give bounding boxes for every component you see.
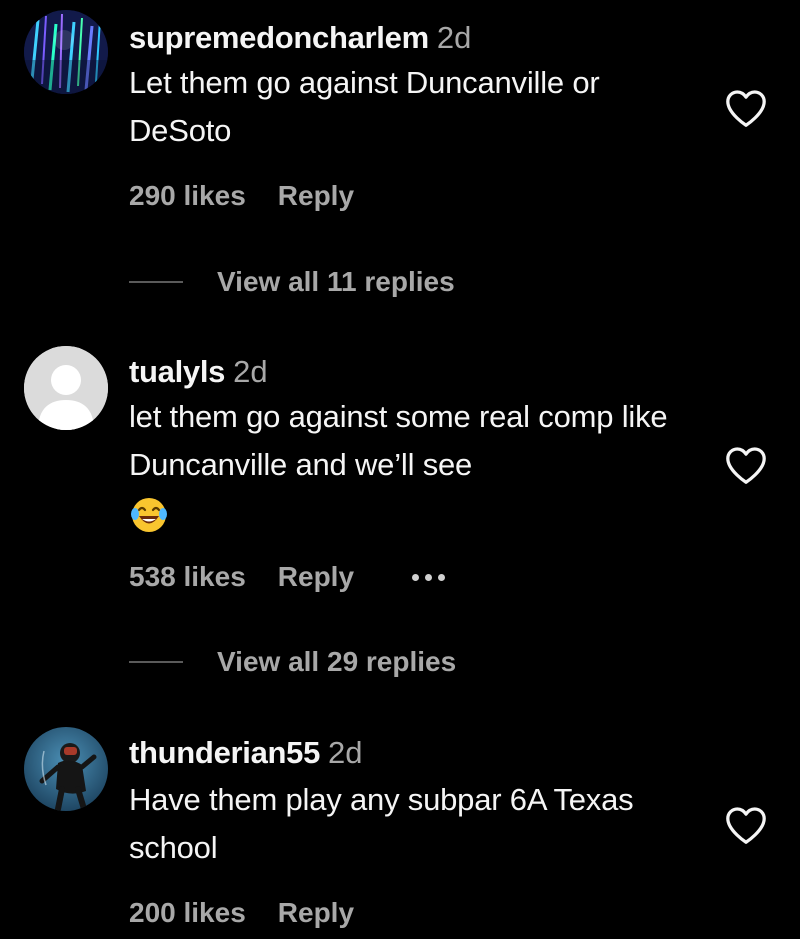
scuba-diver-avatar-icon xyxy=(24,727,108,811)
comment-actions: 200 likes Reply xyxy=(129,896,354,930)
comment-item: thunderian55 2d Have them play any subpar… xyxy=(0,0,800,939)
username[interactable]: thunderian55 xyxy=(129,735,320,770)
likes-count[interactable]: 200 likes xyxy=(129,896,246,930)
comment-text: Have them play any subpar 6A Texas schoo… xyxy=(129,782,634,865)
reply-button[interactable]: Reply xyxy=(278,896,354,930)
like-heart-icon[interactable] xyxy=(724,805,768,845)
timestamp: 2d xyxy=(328,735,363,770)
avatar[interactable] xyxy=(24,727,108,811)
